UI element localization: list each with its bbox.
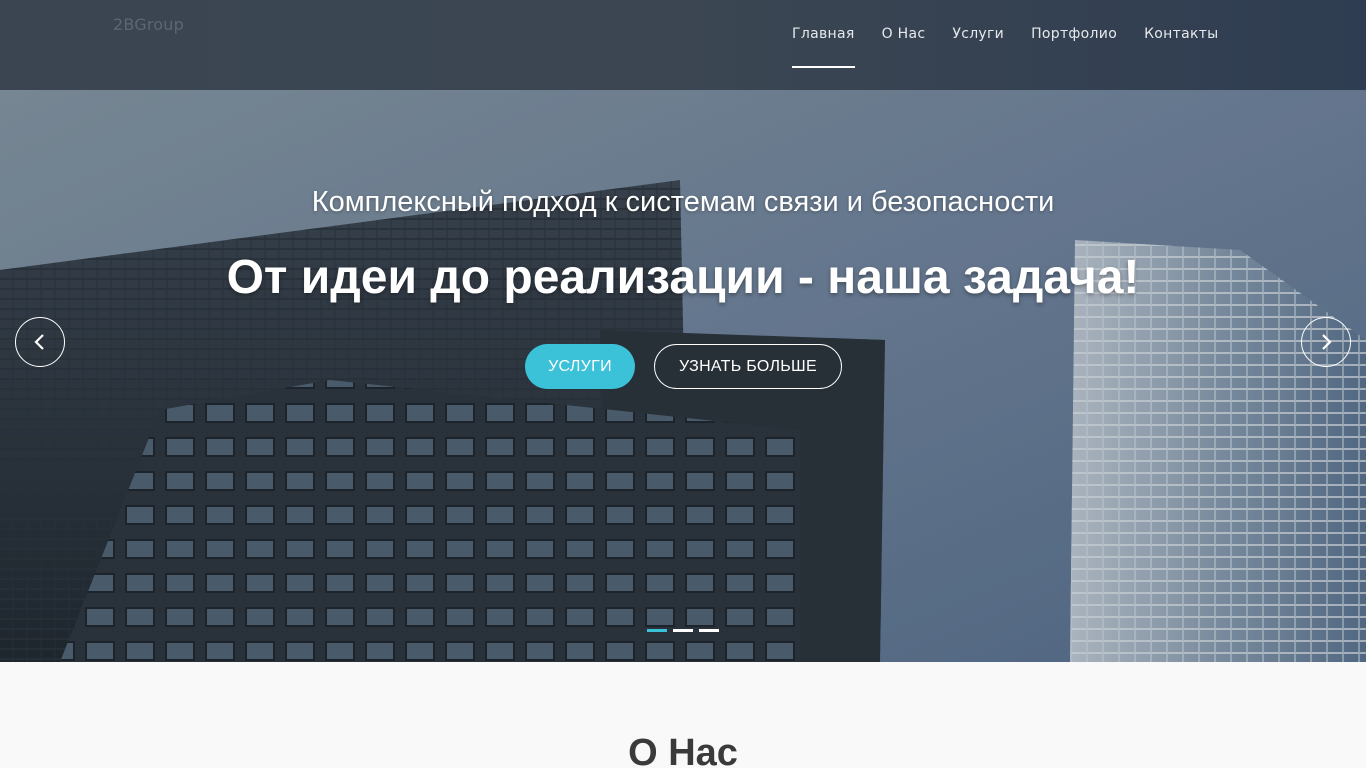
carousel-indicator-3[interactable]	[699, 629, 719, 632]
nav-item-home[interactable]: Главная	[792, 26, 855, 68]
about-section: О Нас	[0, 662, 1366, 768]
chevron-left-icon	[34, 334, 44, 350]
nav-item-services[interactable]: Услуги	[952, 26, 1004, 68]
nav-item-contacts[interactable]: Контакты	[1144, 26, 1218, 68]
hero-carousel: Комплексный подход к системам связи и бе…	[0, 90, 1366, 662]
chevron-right-icon	[1322, 334, 1332, 350]
about-title: О Нас	[628, 732, 738, 768]
site-logo[interactable]: 2BGroup	[113, 15, 184, 34]
carousel-next-button[interactable]	[1301, 317, 1351, 367]
carousel-indicator-1[interactable]	[647, 629, 667, 632]
carousel-indicator-2[interactable]	[673, 629, 693, 632]
services-button[interactable]: УСЛУГИ	[525, 344, 635, 389]
site-header: 2BGroup Главная О Нас Услуги Портфолио К…	[0, 0, 1366, 90]
nav-item-portfolio[interactable]: Портфолио	[1031, 26, 1117, 68]
hero-title: От идеи до реализации - наша задача!	[226, 251, 1140, 304]
carousel-indicators	[647, 629, 725, 632]
nav-item-about[interactable]: О Нас	[882, 26, 926, 68]
carousel-prev-button[interactable]	[15, 317, 65, 367]
main-nav: Главная О Нас Услуги Портфолио Контакты	[792, 26, 1246, 68]
learn-more-button[interactable]: УЗНАТЬ БОЛЬШЕ	[654, 344, 842, 389]
hero-subtitle: Комплексный подход к системам связи и бе…	[311, 186, 1055, 218]
